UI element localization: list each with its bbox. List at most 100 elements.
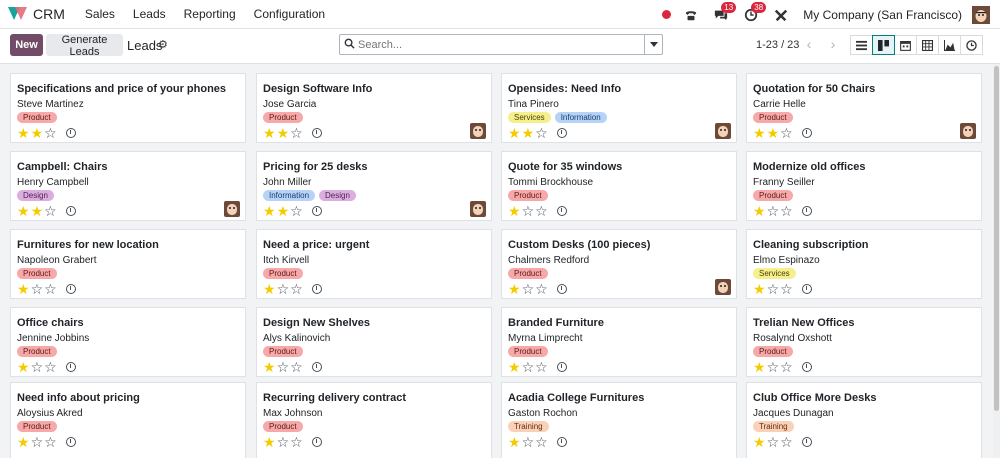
star-empty-icon[interactable]: ☆ bbox=[767, 204, 780, 218]
star-empty-icon[interactable]: ☆ bbox=[780, 360, 793, 374]
star-empty-icon[interactable]: ☆ bbox=[535, 282, 548, 296]
star-empty-icon[interactable]: ☆ bbox=[535, 360, 548, 374]
star-empty-icon[interactable]: ☆ bbox=[277, 360, 290, 374]
lead-card[interactable]: Design Software Info Jose Garcia Product ★ ★… bbox=[256, 73, 492, 143]
star-filled-icon[interactable]: ★ bbox=[17, 435, 30, 449]
star-filled-icon[interactable]: ★ bbox=[508, 435, 521, 449]
menu-item-configuration[interactable]: Configuration bbox=[254, 7, 325, 21]
menu-item-reporting[interactable]: Reporting bbox=[184, 7, 236, 21]
new-button[interactable]: New bbox=[10, 34, 43, 56]
star-empty-icon[interactable]: ☆ bbox=[290, 282, 303, 296]
salesperson-avatar[interactable] bbox=[224, 201, 240, 217]
star-empty-icon[interactable]: ☆ bbox=[780, 126, 793, 140]
star-empty-icon[interactable]: ☆ bbox=[290, 360, 303, 374]
lead-card[interactable]: Campbell: Chairs Henry Campbell Design ★ ★ ☆ bbox=[10, 151, 246, 221]
activity-clock-icon[interactable] bbox=[556, 437, 567, 447]
activity-clock-icon[interactable] bbox=[801, 206, 812, 216]
activity-clock-icon[interactable] bbox=[65, 284, 76, 294]
star-empty-icon[interactable]: ☆ bbox=[44, 435, 57, 449]
star-filled-icon[interactable]: ★ bbox=[753, 126, 766, 140]
activity-clock-icon[interactable] bbox=[65, 362, 76, 372]
lead-card[interactable]: Club Office More Desks Jacques Dunagan Tra… bbox=[746, 382, 982, 458]
lead-card[interactable]: Cleaning subscription Elmo Espinazo Servic… bbox=[746, 229, 982, 299]
star-empty-icon[interactable]: ☆ bbox=[780, 435, 793, 449]
star-empty-icon[interactable]: ☆ bbox=[535, 126, 548, 140]
pivot-view-icon[interactable] bbox=[916, 35, 939, 55]
star-empty-icon[interactable]: ☆ bbox=[31, 282, 44, 296]
menu-item-sales[interactable]: Sales bbox=[85, 7, 115, 21]
star-filled-icon[interactable]: ★ bbox=[508, 360, 521, 374]
activity-clock-icon[interactable] bbox=[311, 284, 322, 294]
lead-card[interactable]: Specifications and price of your phones S… bbox=[10, 73, 246, 143]
salesperson-avatar[interactable] bbox=[470, 123, 486, 139]
discuss-icon[interactable]: 13 bbox=[713, 1, 737, 23]
star-empty-icon[interactable]: ☆ bbox=[44, 282, 57, 296]
star-filled-icon[interactable]: ★ bbox=[753, 360, 766, 374]
activity-clock-icon[interactable] bbox=[556, 284, 567, 294]
star-empty-icon[interactable]: ☆ bbox=[767, 360, 780, 374]
lead-card[interactable]: Design New Shelves Alys Kalinovich Product… bbox=[256, 307, 492, 377]
graph-view-icon[interactable] bbox=[938, 35, 961, 55]
star-filled-icon[interactable]: ★ bbox=[263, 282, 276, 296]
pager-previous-icon[interactable]: ‹ bbox=[800, 35, 818, 53]
salesperson-avatar[interactable] bbox=[960, 123, 976, 139]
lead-card[interactable]: Acadia College Furnitures Gaston Rochon Tr… bbox=[501, 382, 737, 458]
pager-value[interactable]: 1-23 / 23 bbox=[756, 39, 799, 51]
star-filled-icon[interactable]: ★ bbox=[508, 282, 521, 296]
star-filled-icon[interactable]: ★ bbox=[263, 435, 276, 449]
star-empty-icon[interactable]: ☆ bbox=[522, 204, 535, 218]
recording-indicator-icon[interactable] bbox=[662, 10, 672, 19]
lead-card[interactable]: Need a price: urgent Itch Kirvell Product ★… bbox=[256, 229, 492, 299]
activity-clock-icon[interactable] bbox=[556, 362, 567, 372]
vertical-scrollbar[interactable] bbox=[993, 64, 1000, 458]
scroll-thumb[interactable] bbox=[994, 66, 999, 411]
star-filled-icon[interactable]: ★ bbox=[277, 204, 290, 218]
star-filled-icon[interactable]: ★ bbox=[263, 360, 276, 374]
salesperson-avatar[interactable] bbox=[715, 123, 731, 139]
activity-clock-icon[interactable] bbox=[311, 206, 322, 216]
generate-leads-button[interactable]: Generate Leads bbox=[46, 34, 123, 58]
star-filled-icon[interactable]: ★ bbox=[767, 126, 780, 140]
star-empty-icon[interactable]: ☆ bbox=[767, 282, 780, 296]
star-filled-icon[interactable]: ★ bbox=[753, 204, 766, 218]
activity-clock-icon[interactable] bbox=[556, 128, 567, 138]
lead-card[interactable]: Branded Furniture Myrna Limprecht Product ★… bbox=[501, 307, 737, 377]
lead-card[interactable]: Trelian New Offices Rosalynd Oxshott Produ… bbox=[746, 307, 982, 377]
star-empty-icon[interactable]: ☆ bbox=[290, 435, 303, 449]
user-avatar[interactable] bbox=[972, 5, 990, 24]
lead-card[interactable]: Quote for 35 windows Tommi Brockhouse Prod… bbox=[501, 151, 737, 221]
star-empty-icon[interactable]: ☆ bbox=[277, 282, 290, 296]
lead-card[interactable]: Pricing for 25 desks John Miller Informati… bbox=[256, 151, 492, 221]
tools-icon[interactable] bbox=[773, 7, 789, 23]
list-view-icon[interactable] bbox=[850, 35, 873, 55]
activity-clock-icon[interactable] bbox=[311, 128, 322, 138]
star-filled-icon[interactable]: ★ bbox=[17, 126, 30, 140]
lead-card[interactable]: Furnitures for new location Napoleon Grab… bbox=[10, 229, 246, 299]
star-empty-icon[interactable]: ☆ bbox=[290, 204, 303, 218]
star-empty-icon[interactable]: ☆ bbox=[31, 360, 44, 374]
lead-card[interactable]: Quotation for 50 Chairs Carrie Helle Produ… bbox=[746, 73, 982, 143]
star-empty-icon[interactable]: ☆ bbox=[780, 282, 793, 296]
lead-card[interactable]: Need info about pricing Aloysius Akred Pro… bbox=[10, 382, 246, 458]
star-empty-icon[interactable]: ☆ bbox=[277, 435, 290, 449]
lead-card[interactable]: Opensides: Need Info Tina Pinero Services I… bbox=[501, 73, 737, 143]
star-filled-icon[interactable]: ★ bbox=[31, 204, 44, 218]
salesperson-avatar[interactable] bbox=[715, 279, 731, 295]
activity-clock-icon[interactable]: 38 bbox=[743, 1, 767, 23]
star-empty-icon[interactable]: ☆ bbox=[522, 360, 535, 374]
search-options-toggle[interactable] bbox=[644, 35, 662, 54]
gear-icon[interactable]: ⚙ bbox=[158, 38, 168, 51]
lead-card[interactable]: Modernize old offices Franny Seiller Produ… bbox=[746, 151, 982, 221]
search-input[interactable] bbox=[358, 35, 644, 54]
menu-item-leads[interactable]: Leads bbox=[133, 7, 166, 21]
activity-clock-icon[interactable] bbox=[556, 206, 567, 216]
star-empty-icon[interactable]: ☆ bbox=[290, 126, 303, 140]
phone-icon[interactable] bbox=[683, 7, 699, 23]
star-empty-icon[interactable]: ☆ bbox=[780, 204, 793, 218]
star-filled-icon[interactable]: ★ bbox=[17, 204, 30, 218]
star-empty-icon[interactable]: ☆ bbox=[31, 435, 44, 449]
star-filled-icon[interactable]: ★ bbox=[277, 126, 290, 140]
star-empty-icon[interactable]: ☆ bbox=[44, 126, 57, 140]
star-filled-icon[interactable]: ★ bbox=[31, 126, 44, 140]
calendar-view-icon[interactable] bbox=[894, 35, 917, 55]
